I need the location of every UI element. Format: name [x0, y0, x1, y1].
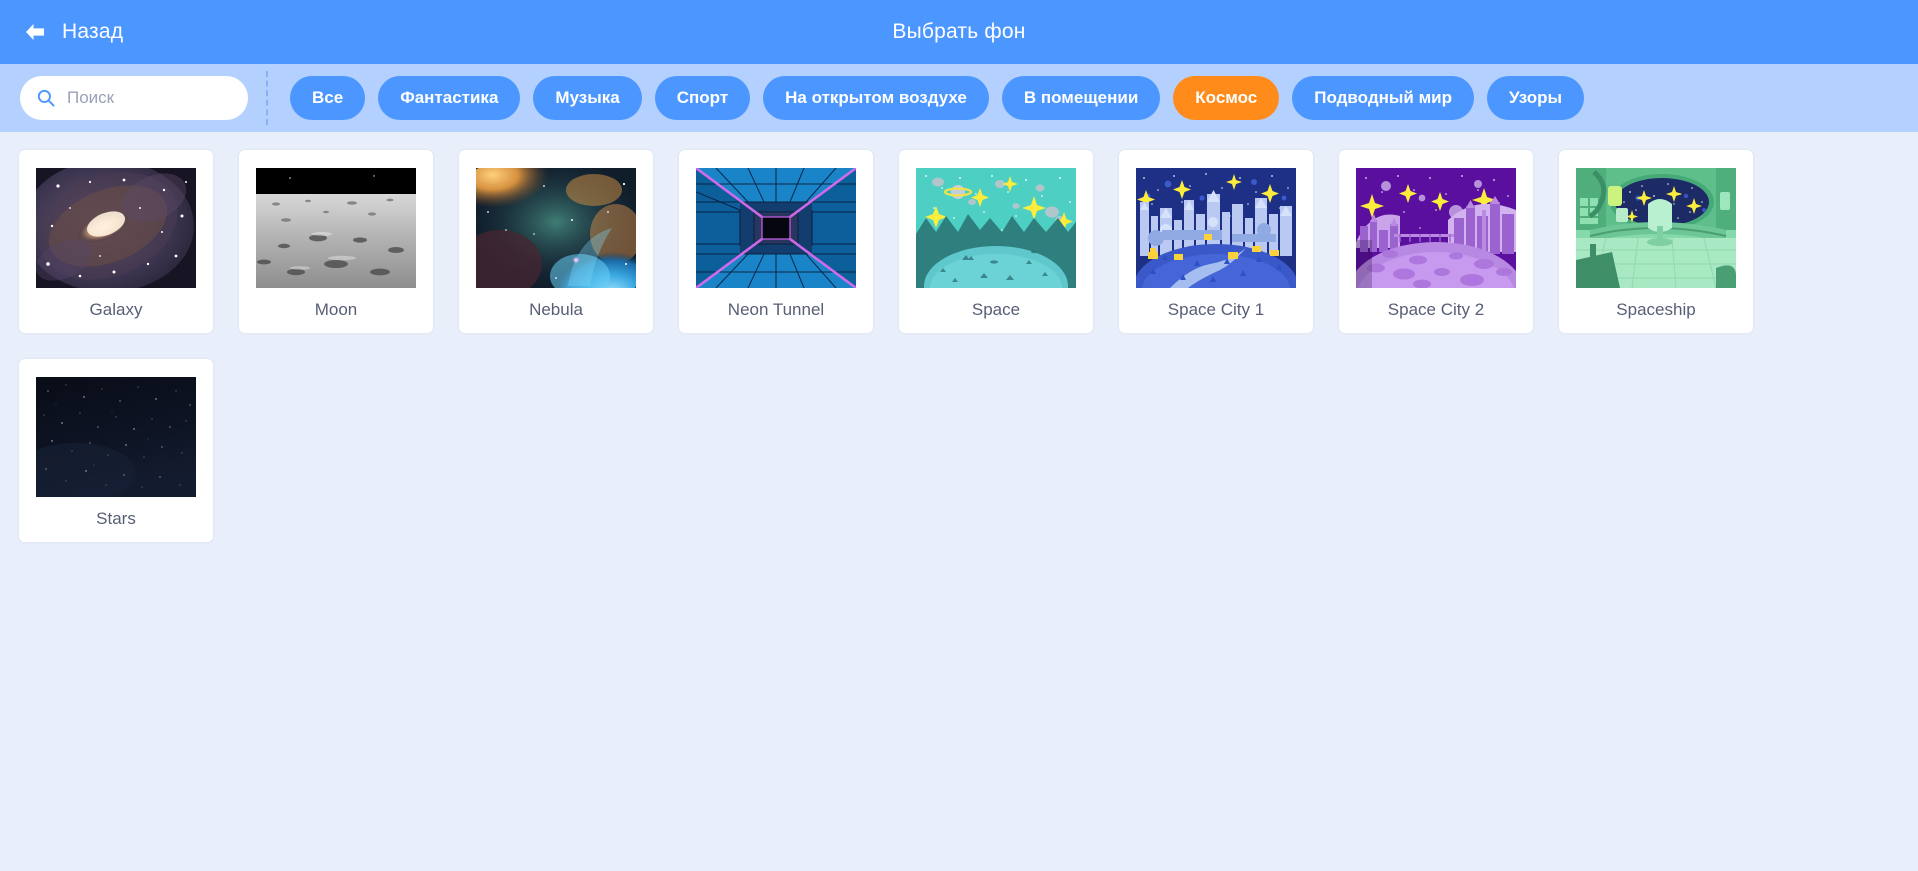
backdrop-label: Neon Tunnel: [727, 300, 825, 319]
filter-bar: Все Фантастика Музыка Спорт На открытом …: [0, 64, 1918, 132]
header-bar: Назад Выбрать фон: [0, 0, 1918, 64]
backdrop-label: Spaceship: [1616, 300, 1696, 319]
space-landscape-art-thumbnail: [916, 168, 1076, 288]
tag-outdoors[interactable]: На открытом воздухе: [763, 76, 989, 120]
backdrop-card-neon-tunnel[interactable]: Neon Tunnel: [678, 149, 874, 334]
backdrop-gallery-scroll[interactable]: Galaxy Moon Nebula Neon Tunnel Space Spa…: [0, 132, 1918, 871]
backdrop-card-space[interactable]: Space: [898, 149, 1094, 334]
moon-photo-thumbnail: [256, 168, 416, 288]
spaceship-interior-art-thumbnail: [1576, 168, 1736, 288]
tag-music[interactable]: Музыка: [533, 76, 642, 120]
tag-underwater[interactable]: Подводный мир: [1292, 76, 1474, 120]
backdrop-label: Space City 2: [1387, 300, 1485, 319]
tag-all[interactable]: Все: [290, 76, 366, 120]
filter-divider: [266, 71, 268, 125]
space-city-1-art-thumbnail: [1136, 168, 1296, 288]
tag-space[interactable]: Космос: [1173, 76, 1280, 120]
nebula-photo-thumbnail: [476, 168, 636, 288]
arrow-left-icon: [22, 19, 48, 45]
backdrop-label: Nebula: [529, 300, 583, 319]
space-city-2-art-thumbnail: [1356, 168, 1516, 288]
tag-fantasy[interactable]: Фантастика: [378, 76, 521, 120]
galaxy-photo-thumbnail: [36, 168, 196, 288]
tag-indoors[interactable]: В помещении: [1001, 76, 1161, 120]
backdrop-label: Moon: [314, 300, 358, 319]
tag-list: Все Фантастика Музыка Спорт На открытом …: [290, 76, 1585, 120]
search-icon: [36, 88, 56, 108]
back-label: Назад: [62, 20, 124, 43]
backdrop-label: Galaxy: [89, 300, 143, 319]
page-title: Выбрать фон: [892, 20, 1026, 43]
backdrop-card-space-city-2[interactable]: Space City 2: [1338, 149, 1534, 334]
backdrop-card-moon[interactable]: Moon: [238, 149, 434, 334]
search-container: [16, 76, 248, 120]
backdrop-label: Stars: [96, 509, 136, 528]
neon-tunnel-art-thumbnail: [696, 168, 856, 288]
backdrop-label: Space: [971, 300, 1021, 319]
backdrop-card-nebula[interactable]: Nebula: [458, 149, 654, 334]
backdrop-card-space-city-1[interactable]: Space City 1: [1118, 149, 1314, 334]
search-input[interactable]: [67, 88, 234, 108]
stars-photo-thumbnail: [36, 377, 196, 497]
backdrop-card-galaxy[interactable]: Galaxy: [18, 149, 214, 334]
backdrop-label: Space City 1: [1167, 300, 1265, 319]
back-button[interactable]: Назад: [0, 0, 123, 64]
backdrop-gallery: Galaxy Moon Nebula Neon Tunnel Space Spa…: [0, 132, 1918, 567]
tag-sports[interactable]: Спорт: [654, 76, 751, 120]
tag-patterns[interactable]: Узоры: [1486, 76, 1585, 120]
search-box[interactable]: [20, 76, 248, 120]
backdrop-card-spaceship[interactable]: Spaceship: [1558, 149, 1754, 334]
backdrop-card-stars[interactable]: Stars: [18, 358, 214, 543]
